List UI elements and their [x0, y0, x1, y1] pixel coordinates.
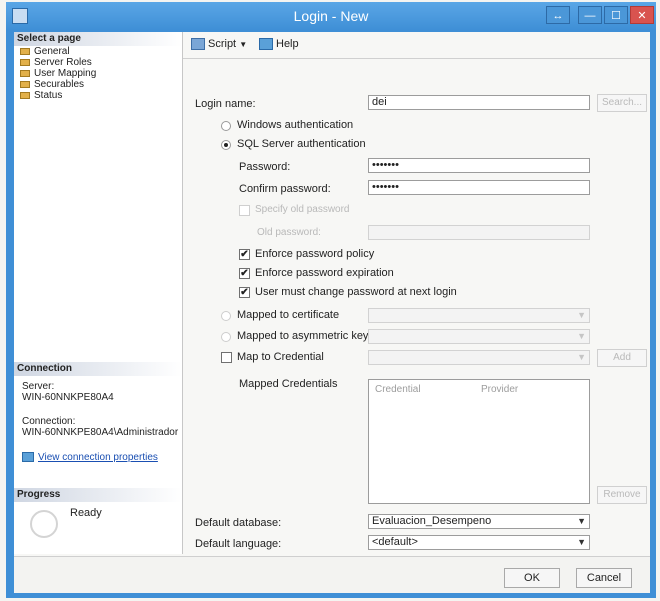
progress-spinner-icon — [30, 510, 58, 538]
page-item-status[interactable]: Status — [20, 90, 96, 101]
script-button[interactable]: Script ▼ — [191, 38, 247, 51]
page-item-securables[interactable]: Securables — [20, 79, 96, 90]
map-credential-checkbox[interactable] — [221, 352, 232, 363]
mapped-credentials-grid[interactable]: Credential Provider — [368, 379, 590, 504]
page-label: Server Roles — [34, 57, 92, 68]
specify-old-password-label: Specify old password — [255, 204, 350, 215]
connection-info: Connection: WIN-60NNKPE80A4\Administrado… — [22, 416, 178, 438]
specify-old-password-checkbox[interactable] — [239, 205, 250, 216]
title-bar[interactable]: Login - New ↔ — ☐ ✕ — [6, 2, 656, 30]
login-name-input[interactable]: dei — [368, 95, 590, 110]
help-label: Help — [276, 38, 299, 50]
page-icon — [20, 48, 30, 55]
enforce-expiration-checkbox[interactable]: ✔ — [239, 268, 250, 279]
help-button[interactable]: Help — [259, 38, 299, 51]
page-label: Securables — [34, 79, 85, 90]
confirm-password-input[interactable]: ••••••• — [368, 180, 590, 195]
page-label: Status — [34, 90, 63, 101]
page-label: General — [34, 46, 70, 57]
mapped-certificate-radio[interactable] — [221, 311, 231, 321]
connection-value: WIN-60NNKPE80A4\Administrador — [22, 427, 179, 438]
view-connection-properties[interactable]: View connection properties — [22, 452, 158, 463]
close-button[interactable]: ✕ — [630, 6, 654, 24]
server-value: WIN-60NNKPE80A4 — [22, 392, 114, 403]
chevron-down-icon: ▼ — [577, 331, 586, 341]
select-page-header: Select a page — [14, 32, 182, 46]
restore-icon[interactable]: ↔ — [546, 6, 570, 24]
default-language-value: <default> — [372, 536, 418, 548]
windows-auth-radio[interactable] — [221, 121, 231, 131]
mapped-asym-key-label: Mapped to asymmetric key — [237, 330, 369, 342]
page-item-server-roles[interactable]: Server Roles — [20, 57, 96, 68]
chevron-down-icon: ▼ — [577, 537, 586, 547]
chevron-down-icon: ▼ — [577, 310, 586, 320]
enforce-policy-checkbox[interactable]: ✔ — [239, 249, 250, 260]
asym-key-select[interactable]: ▼ — [368, 329, 590, 344]
old-password-input[interactable] — [368, 225, 590, 240]
mapped-asym-key-radio[interactable] — [221, 332, 231, 342]
view-connection-link[interactable]: View connection properties — [38, 452, 158, 463]
confirm-password-label: Confirm password: — [239, 183, 331, 195]
enforce-expiration-label: Enforce password expiration — [255, 267, 394, 279]
dialog-footer: OK Cancel — [14, 556, 650, 593]
page-list: General Server Roles User Mapping Secura… — [20, 46, 96, 101]
windows-auth-label: Windows authentication — [237, 119, 354, 131]
add-button[interactable]: Add — [597, 349, 647, 367]
server-info: Server: WIN-60NNKPE80A4 — [22, 381, 114, 403]
default-database-value: Evaluacion_Desempeno — [372, 515, 492, 527]
sql-auth-radio[interactable] — [221, 140, 231, 150]
credential-select[interactable]: ▼ — [368, 350, 590, 365]
dialog-client: Select a page General Server Roles User … — [14, 32, 650, 593]
server-label: Server: — [22, 381, 55, 392]
page-icon — [20, 59, 30, 66]
default-language-label: Default language: — [195, 538, 282, 550]
grid-header-provider[interactable]: Provider — [481, 384, 518, 395]
password-input[interactable]: ••••••• — [368, 158, 590, 173]
enforce-policy-label: Enforce password policy — [255, 248, 375, 260]
chevron-down-icon: ▼ — [577, 516, 586, 526]
default-database-label: Default database: — [195, 517, 282, 529]
general-page: Script ▼ Help Login name: dei Search... … — [183, 32, 650, 554]
grid-header-credential[interactable]: Credential — [375, 384, 421, 395]
chevron-down-icon[interactable]: ▼ — [239, 40, 247, 49]
page-icon — [20, 81, 30, 88]
script-icon — [191, 38, 205, 51]
minimize-button[interactable]: — — [578, 6, 602, 24]
remove-button[interactable]: Remove — [597, 486, 647, 504]
mapped-credentials-label: Mapped Credentials — [239, 378, 338, 390]
page-icon — [20, 92, 30, 99]
chevron-down-icon: ▼ — [577, 352, 586, 362]
ok-button[interactable]: OK — [504, 568, 560, 588]
mapped-certificate-label: Mapped to certificate — [237, 309, 340, 321]
progress-status: Ready — [70, 507, 102, 519]
page-label: User Mapping — [34, 68, 97, 79]
page-icon — [20, 70, 30, 77]
help-icon — [259, 38, 273, 51]
default-language-select[interactable]: <default> ▼ — [368, 535, 590, 550]
must-change-checkbox[interactable]: ✔ — [239, 287, 250, 298]
must-change-label: User must change password at next login — [255, 286, 457, 298]
search-button[interactable]: Search... — [597, 94, 647, 112]
certificate-select[interactable]: ▼ — [368, 308, 590, 323]
script-label: Script — [208, 38, 237, 50]
map-credential-label: Map to Credential — [237, 351, 324, 363]
login-new-window: Login - New ↔ — ☐ ✕ Select a page Genera… — [6, 2, 656, 598]
sql-auth-label: SQL Server authentication — [237, 138, 366, 150]
progress-header: Progress — [14, 488, 182, 502]
login-name-label: Login name: — [195, 98, 256, 110]
page-item-general[interactable]: General — [20, 46, 96, 57]
toolbar: Script ▼ Help — [183, 32, 650, 59]
password-label: Password: — [239, 161, 291, 173]
connection-label: Connection: — [22, 416, 76, 427]
connection-header: Connection — [14, 362, 182, 376]
maximize-button[interactable]: ☐ — [604, 6, 628, 24]
cancel-button[interactable]: Cancel — [576, 568, 632, 588]
left-panel: Select a page General Server Roles User … — [14, 32, 183, 554]
default-database-select[interactable]: Evaluacion_Desempeno ▼ — [368, 514, 590, 529]
page-item-user-mapping[interactable]: User Mapping — [20, 68, 96, 79]
old-password-label: Old password: — [257, 227, 321, 238]
connection-properties-icon — [22, 452, 34, 463]
